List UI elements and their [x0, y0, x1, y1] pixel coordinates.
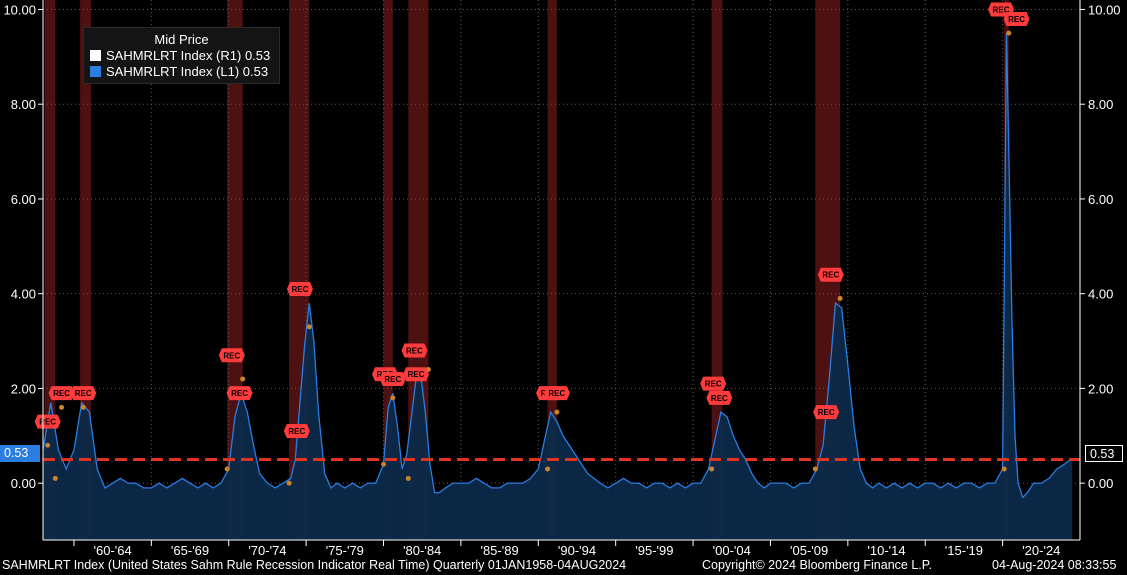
rec-marker-label: REC	[408, 370, 425, 379]
rec-marker-12: REC	[543, 386, 570, 401]
x-tick-label-9: '05-'09	[790, 543, 828, 558]
rec-marker-label: REC	[39, 418, 56, 427]
right-tick-label-1: 8.00	[1088, 97, 1113, 112]
rec-marker-2: REC	[70, 386, 97, 401]
event-dot-5	[240, 376, 246, 382]
left-value-tag: 0.53	[0, 445, 40, 462]
legend-swatch-l1	[90, 65, 101, 77]
event-dot-12	[545, 466, 551, 472]
left-tick-label-1: 8.00	[11, 97, 36, 112]
legend-title: Mid Price	[154, 32, 209, 47]
legend-item-l1: SAHMRLRT Index (L1) 0.53	[90, 63, 279, 79]
event-dot-17	[837, 295, 843, 301]
rec-marker-4: REC	[226, 386, 253, 401]
rec-marker-9: REC	[401, 343, 428, 358]
event-dot-19	[1006, 30, 1012, 36]
x-tick-label-2: '70-'74	[248, 543, 286, 558]
rec-marker-label: REC	[231, 389, 248, 398]
rec-marker-label: REC	[53, 389, 70, 398]
rec-marker-label: REC	[818, 408, 835, 417]
event-dot-13	[554, 409, 560, 415]
event-dot-14	[709, 466, 715, 472]
event-dot-4	[224, 466, 230, 472]
footer-description: SAHMRLRT Index (United States Sahm Rule …	[2, 558, 627, 572]
rec-marker-16: REC	[817, 267, 844, 282]
chart-legend: Mid Price SAHMRLRT Index (R1) 0.53 SAHMR…	[83, 27, 280, 84]
rec-marker-15: REC	[813, 405, 840, 420]
rec-marker-14: REC	[706, 390, 733, 405]
rec-marker-6: REC	[286, 281, 313, 296]
footer-timestamp: 04-Aug-2024 08:33:55	[992, 558, 1117, 572]
x-tick-label-7: '95-'99	[635, 543, 673, 558]
rec-marker-10: REC	[403, 367, 430, 382]
rec-marker-label: REC	[548, 389, 565, 398]
x-tick-label-10: '10-'14	[867, 543, 905, 558]
rec-marker-5: REC	[283, 424, 310, 439]
series-area-fill	[43, 33, 1073, 540]
event-dot-0	[45, 442, 51, 448]
rec-marker-label: REC	[291, 285, 308, 294]
right-tick-label-5: 0.00	[1088, 476, 1113, 491]
rec-marker-label: REC	[223, 351, 240, 360]
x-tick-label-1: '65-'69	[171, 543, 209, 558]
x-tick-label-6: '90-'94	[558, 543, 596, 558]
x-tick-label-0: '60-'64	[94, 543, 132, 558]
left-tick-label-2: 6.00	[11, 192, 36, 207]
event-dot-8	[381, 461, 387, 467]
x-tick-label-12: '20-'24	[1022, 543, 1060, 558]
rec-marker-18: REC	[1003, 11, 1030, 26]
rec-marker-label: REC	[384, 375, 401, 384]
event-dot-9	[390, 395, 396, 401]
rec-marker-label: REC	[705, 380, 722, 389]
rec-marker-0: REC	[34, 414, 61, 429]
footer-copyright: Copyright© 2024 Bloomberg Finance L.P.	[702, 558, 932, 572]
event-dot-6	[286, 480, 292, 486]
right-tick-label-4: 2.00	[1088, 381, 1113, 396]
event-dot-1	[52, 475, 58, 481]
event-dot-16	[812, 466, 818, 472]
x-tick-label-5: '85-'89	[480, 543, 518, 558]
legend-label-r1: SAHMRLRT Index (R1) 0.53	[106, 47, 271, 63]
rec-marker-label: REC	[1008, 15, 1025, 24]
rec-marker-3: REC	[218, 348, 245, 363]
rec-marker-label: REC	[288, 427, 305, 436]
legend-label-l1: SAHMRLRT Index (L1) 0.53	[106, 63, 269, 79]
right-tick-label-3: 4.00	[1088, 287, 1113, 302]
legend-swatch-r1	[90, 49, 101, 61]
rec-marker-label: REC	[711, 394, 728, 403]
x-tick-label-11: '15-'19	[945, 543, 983, 558]
event-dot-7	[306, 324, 312, 330]
right-tick-label-0: 10.00	[1088, 2, 1121, 17]
event-dot-10	[405, 475, 411, 481]
x-tick-label-8: '00-'04	[713, 543, 751, 558]
event-dot-18	[1001, 466, 1007, 472]
event-dot-3	[80, 404, 86, 410]
right-tick-label-2: 6.00	[1088, 192, 1113, 207]
rec-marker-label: REC	[822, 271, 839, 280]
rec-marker-13: REC	[700, 376, 727, 391]
x-tick-label-4: '80-'84	[403, 543, 441, 558]
right-value-tag: 0.53	[1085, 445, 1123, 462]
left-tick-label-4: 2.00	[11, 381, 36, 396]
left-tick-label-3: 4.00	[11, 287, 36, 302]
rec-marker-label: REC	[75, 389, 92, 398]
x-tick-label-3: '75-'79	[326, 543, 364, 558]
rec-marker-8: REC	[379, 371, 406, 386]
left-tick-label-0: 10.00	[3, 2, 36, 17]
rec-marker-label: REC	[406, 347, 423, 356]
left-tick-label-5: 0.00	[11, 476, 36, 491]
sahm-rule-chart: '60-'64 '65-'69 '70-'74 '75-'79 '80-'84 '85-'…	[3, 0, 1121, 558]
legend-item-r1: SAHMRLRT Index (R1) 0.53	[90, 47, 279, 63]
event-dot-2	[59, 404, 65, 410]
